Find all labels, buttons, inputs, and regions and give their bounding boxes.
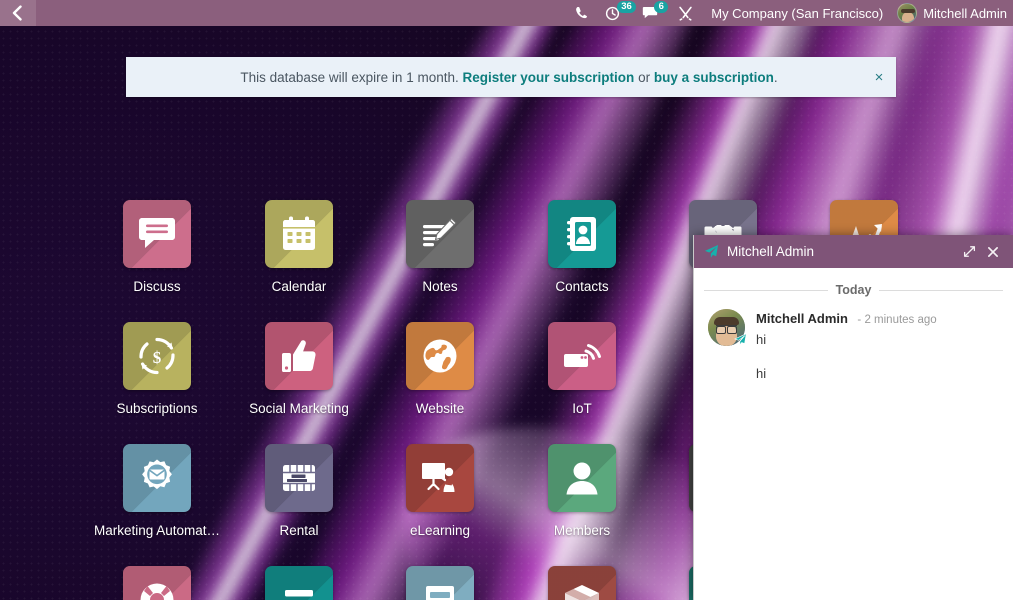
close-icon[interactable] <box>981 240 1005 264</box>
messages-button[interactable]: 6 <box>634 0 669 26</box>
tools-button[interactable] <box>670 0 701 26</box>
company-selector[interactable]: My Company (San Francisco) <box>701 0 893 26</box>
contacts-icon-tile <box>548 200 616 268</box>
message-body: hi <box>756 332 767 348</box>
elearning-board-icon-tile <box>406 444 474 512</box>
paper-plane-badge-icon <box>733 332 748 347</box>
app-label: IoT <box>572 401 592 416</box>
svg-text:$: $ <box>153 348 162 367</box>
app-label: eLearning <box>409 523 471 538</box>
banner-text-before: This database will expire in 1 month. <box>240 69 459 85</box>
avatar <box>897 3 918 23</box>
marketing-gear-mail-icon-tile <box>123 444 191 512</box>
subscriptions-icon-tile: $ <box>123 322 191 390</box>
company-name-label: My Company (San Francisco) <box>711 5 884 21</box>
top-navbar: 36 6 My Company (San Francisco) Mitchell… <box>0 0 1013 26</box>
chat-message: Mitchell Admin - 2 minutes ago hi hi <box>694 297 1013 383</box>
chat-message-content: Mitchell Admin - 2 minutes ago hi hi <box>756 309 1001 383</box>
activity-count-badge: 36 <box>617 1 636 13</box>
calendar-icon-tile <box>265 200 333 268</box>
app-tile-marketing-automat[interactable]: Marketing Automat… <box>86 444 228 538</box>
app-tile-list-lines[interactable] <box>228 566 370 600</box>
app-tile-social-marketing[interactable]: Social Marketing <box>228 322 370 416</box>
iot-signal-icon-tile <box>548 322 616 390</box>
app-tile-discuss[interactable]: Discuss <box>86 200 228 294</box>
phone-button[interactable] <box>567 0 597 26</box>
message-timestamp: - 2 minutes ago <box>857 314 937 326</box>
separator-line-left <box>704 289 828 291</box>
app-label: Subscriptions <box>116 401 198 416</box>
thumbs-up-icon-tile <box>265 322 333 390</box>
chat-message-list[interactable]: Today Mitchell Admin - 2 minutes ago hi <box>694 268 1013 600</box>
register-subscription-link[interactable]: Register your subscription <box>463 70 635 85</box>
username-label: Mitchell Admin <box>923 5 1007 21</box>
chat-message-meta: Mitchell Admin - 2 minutes ago <box>756 309 1001 328</box>
messages-count-badge: 6 <box>654 1 669 13</box>
app-tile-inventory-box[interactable] <box>511 566 653 600</box>
app-label: Rental <box>279 523 319 538</box>
app-tile-lifebuoy[interactable] <box>86 566 228 600</box>
tools-icon <box>679 6 692 21</box>
activity-button[interactable]: 36 <box>597 0 636 26</box>
buy-subscription-link[interactable]: buy a subscription <box>654 70 774 85</box>
chevron-left-icon <box>12 5 22 21</box>
lifebuoy-icon-tile <box>123 566 191 600</box>
app-tile-elearning[interactable]: eLearning <box>369 444 511 538</box>
banner-message: This database will expire in 1 month. Re… <box>126 70 862 85</box>
expand-icon[interactable] <box>957 240 981 264</box>
chat-window: Mitchell Admin Today Mitchell Admin - 2 … <box>693 235 1013 600</box>
app-tile-rental[interactable]: Rental <box>228 444 370 538</box>
day-separator: Today <box>694 268 1013 297</box>
app-tile-members[interactable]: Members <box>511 444 653 538</box>
app-tile-document-card[interactable] <box>369 566 511 600</box>
chat-title: Mitchell Admin <box>727 244 815 259</box>
avatar <box>708 309 748 347</box>
members-person-icon-tile <box>548 444 616 512</box>
app-label: Social Marketing <box>249 401 349 416</box>
message-author: Mitchell Admin <box>756 311 848 326</box>
banner-close-button[interactable]: × <box>862 70 896 85</box>
app-tile-notes[interactable]: Notes <box>369 200 511 294</box>
app-tile-website[interactable]: Website <box>369 322 511 416</box>
globe-icon-tile <box>406 322 474 390</box>
inventory-box-icon-tile <box>548 566 616 600</box>
separator-line-right <box>879 289 1004 291</box>
app-tile-calendar[interactable]: Calendar <box>228 200 370 294</box>
message-body: hi <box>756 365 767 381</box>
app-label: Calendar <box>271 279 327 294</box>
document-card-icon-tile <box>406 566 474 600</box>
banner-period: . <box>773 69 778 85</box>
banner-conjunction: or <box>638 69 651 85</box>
app-label: Contacts <box>555 279 609 294</box>
day-separator-label: Today <box>835 283 872 297</box>
app-label: Marketing Automat… <box>93 523 221 538</box>
discuss-icon-tile <box>123 200 191 268</box>
app-tile-iot[interactable]: IoT <box>511 322 653 416</box>
app-tile-contacts[interactable]: Contacts <box>511 200 653 294</box>
phone-icon <box>576 7 588 19</box>
database-expiry-banner: This database will expire in 1 month. Re… <box>126 57 896 97</box>
avatar-glasses <box>716 325 737 334</box>
user-menu[interactable]: Mitchell Admin <box>893 0 1013 26</box>
app-label: Notes <box>422 279 458 294</box>
back-button[interactable] <box>0 0 36 26</box>
app-label: Website <box>415 401 465 416</box>
rental-grid-icon-tile <box>265 444 333 512</box>
paper-plane-icon <box>704 244 719 259</box>
app-label: Members <box>553 523 611 538</box>
notes-icon-tile <box>406 200 474 268</box>
app-tile-subscriptions[interactable]: $ Subscriptions <box>86 322 228 416</box>
app-label: Discuss <box>133 279 181 294</box>
list-lines-icon-tile <box>265 566 333 600</box>
chat-window-header[interactable]: Mitchell Admin <box>694 235 1013 268</box>
